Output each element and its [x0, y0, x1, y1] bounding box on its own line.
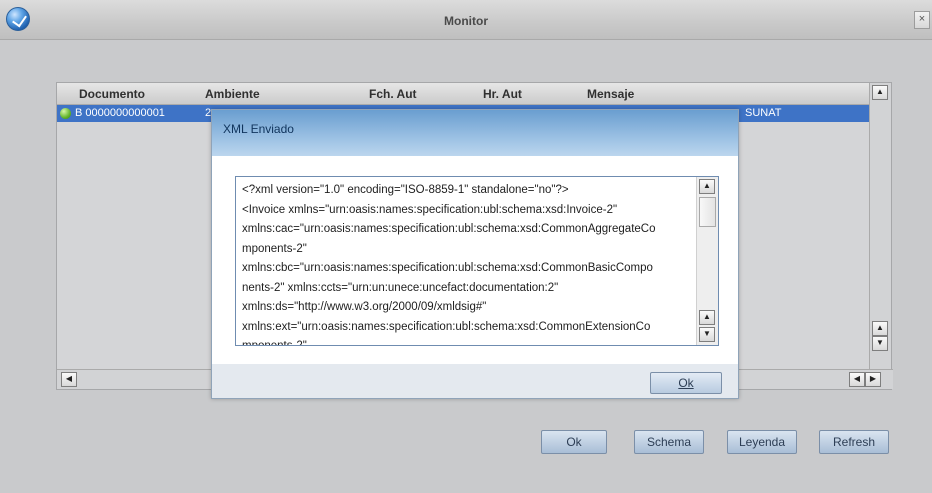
window-titlebar: Monitor × [0, 0, 932, 40]
scroll-up-icon[interactable]: ▲ [699, 179, 715, 194]
column-header-ambiente[interactable]: Ambiente [205, 87, 260, 101]
schema-button[interactable]: Schema [634, 430, 704, 454]
column-header-fch-aut[interactable]: Fch. Aut [369, 87, 417, 101]
dialog-title: XML Enviado [223, 122, 294, 136]
green-status-icon [60, 108, 71, 119]
xml-enviado-dialog: XML Enviado <?xml version="1.0" encoding… [211, 109, 739, 399]
column-header-documento[interactable]: Documento [79, 87, 145, 101]
scroll-up-icon[interactable]: ▲ [872, 85, 888, 100]
cell-mensaje: SUNAT [745, 107, 782, 119]
dialog-ok-button[interactable]: Ok [650, 372, 722, 394]
cell-documento: B 0000000000001 [75, 107, 165, 119]
grid-header: Documento Ambiente Fch. Aut Hr. Aut Mens… [57, 83, 869, 105]
dialog-body: <?xml version="1.0" encoding="ISO-8859-1… [212, 156, 738, 364]
xml-vertical-scrollbar[interactable]: ▲ ▲ ▼ [696, 177, 718, 345]
ok-button[interactable]: Ok [541, 430, 607, 454]
dialog-header: XML Enviado [212, 110, 738, 156]
column-header-hr-aut[interactable]: Hr. Aut [483, 87, 522, 101]
scroll-left-icon[interactable]: ◀ [849, 372, 865, 387]
scroll-up-icon[interactable]: ▲ [872, 321, 888, 336]
scroll-down-icon[interactable]: ▼ [872, 336, 888, 351]
scroll-left-icon[interactable]: ◀ [61, 372, 77, 387]
scroll-right-icon[interactable]: ▶ [865, 372, 881, 387]
leyenda-button[interactable]: Leyenda [727, 430, 797, 454]
xml-content-textarea[interactable]: <?xml version="1.0" encoding="ISO-8859-1… [235, 176, 719, 346]
refresh-button[interactable]: Refresh [819, 430, 889, 454]
scroll-down-icon[interactable]: ▼ [699, 327, 715, 342]
close-icon[interactable]: × [914, 11, 930, 29]
scroll-thumb[interactable] [699, 197, 716, 227]
grid-vertical-scrollbar[interactable]: ▲ ▲ ▼ [869, 83, 891, 371]
column-header-mensaje[interactable]: Mensaje [587, 87, 634, 101]
window-title: Monitor [444, 14, 488, 28]
xml-content-text: <?xml version="1.0" encoding="ISO-8859-1… [242, 184, 656, 346]
dialog-footer: Ok [212, 364, 738, 398]
scroll-up-icon[interactable]: ▲ [699, 310, 715, 325]
